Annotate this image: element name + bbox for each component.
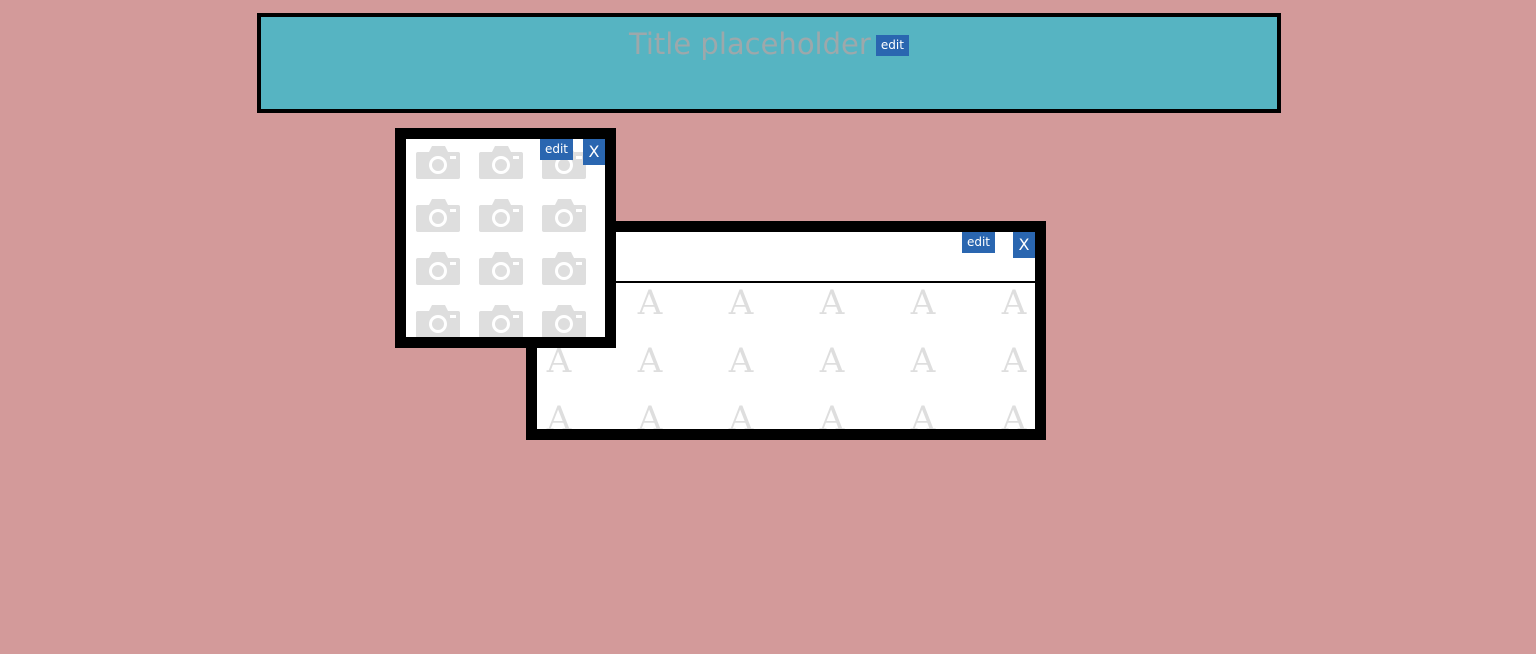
- image-placeholder-grid: edit X: [406, 139, 605, 337]
- text-placeholder-glyph: A: [1001, 341, 1027, 381]
- text-placeholder-glyph: A: [910, 283, 936, 323]
- text-placeholder-glyph: A: [910, 399, 936, 429]
- text-placeholder-glyph: A: [728, 399, 754, 429]
- camera-icon: [415, 250, 461, 286]
- text-placeholder-glyph: A: [1001, 399, 1027, 429]
- text-placeholder-glyph: A: [819, 283, 845, 323]
- camera-icon: [415, 303, 461, 337]
- camera-icon: [415, 197, 461, 233]
- image-widget-close-button[interactable]: X: [583, 139, 605, 165]
- title-edit-button[interactable]: edit: [875, 34, 909, 56]
- text-widget-edit-button[interactable]: edit: [961, 232, 995, 253]
- image-widget-edit-button[interactable]: edit: [539, 139, 573, 160]
- text-placeholder-glyph: A: [637, 341, 663, 381]
- camera-icon: [478, 303, 524, 337]
- camera-icon: [478, 250, 524, 286]
- camera-icon: [541, 303, 587, 337]
- text-placeholder-glyph: A: [728, 341, 754, 381]
- text-placeholder-glyph: A: [728, 283, 754, 323]
- camera-icon: [415, 144, 461, 180]
- camera-icon: [541, 197, 587, 233]
- title-row: Title placeholder edit: [261, 27, 1277, 61]
- text-placeholder-glyph: A: [819, 399, 845, 429]
- text-placeholder-glyph: A: [546, 399, 572, 429]
- text-widget-close-button[interactable]: X: [1013, 232, 1035, 258]
- text-placeholder-glyph: A: [819, 341, 845, 381]
- text-placeholder-glyph: A: [910, 341, 936, 381]
- image-widget[interactable]: edit X: [395, 128, 616, 348]
- title-banner: Title placeholder edit: [257, 13, 1281, 113]
- camera-icon: [541, 250, 587, 286]
- text-placeholder-glyph: A: [637, 399, 663, 429]
- camera-icon: [478, 197, 524, 233]
- text-placeholder-glyph: A: [1001, 283, 1027, 323]
- text-placeholder-glyph: A: [637, 283, 663, 323]
- page-title: Title placeholder: [629, 27, 871, 61]
- camera-icon: [478, 144, 524, 180]
